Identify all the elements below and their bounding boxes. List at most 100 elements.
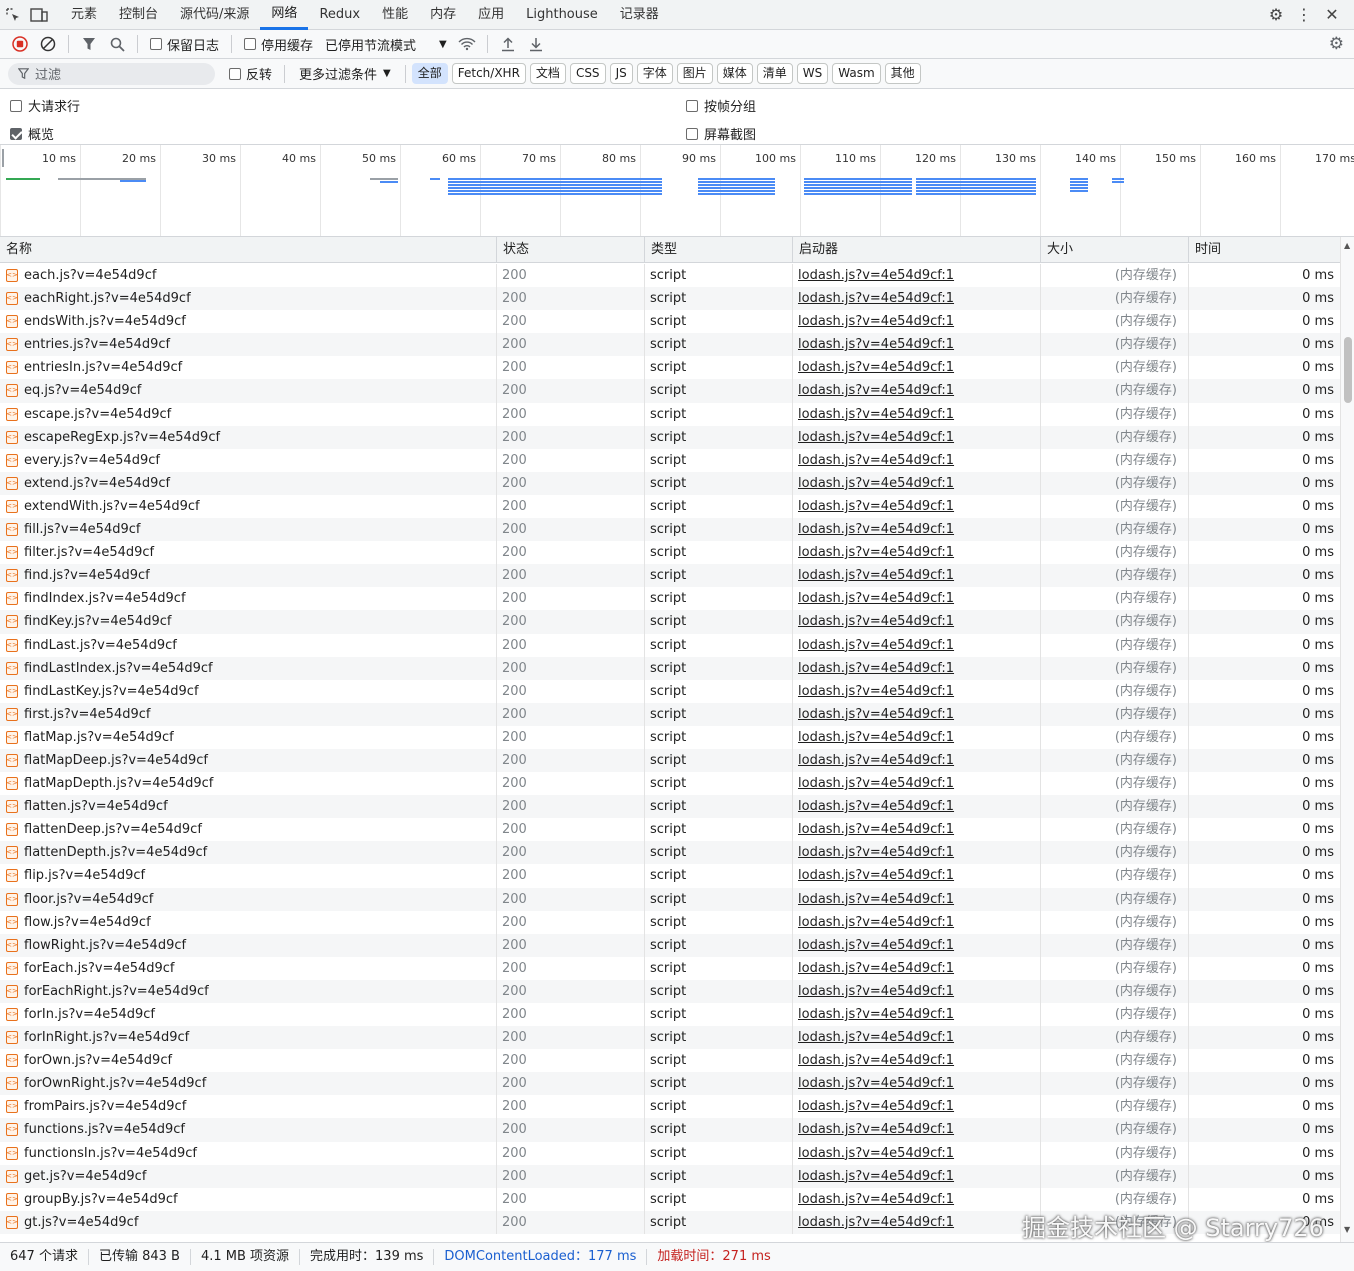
request-name-cell[interactable]: <> flow.js?v=4e54d9cf [6, 911, 494, 934]
type-filter-chip[interactable]: 字体 [636, 63, 673, 84]
request-row[interactable]: <> findLastIndex.js?v=4e54d9cf 200 scrip… [0, 656, 1340, 680]
type-filter-chip[interactable]: CSS [569, 63, 606, 84]
device-toolbar-icon[interactable] [26, 0, 52, 30]
request-name-cell[interactable]: <> each.js?v=4e54d9cf [6, 264, 494, 287]
initiator-link[interactable]: lodash.js?v=4e54d9cf:1 [798, 610, 1038, 633]
request-row[interactable]: <> entriesIn.js?v=4e54d9cf 200 script lo… [0, 356, 1340, 380]
record-stop-icon[interactable] [6, 31, 34, 57]
initiator-link[interactable]: lodash.js?v=4e54d9cf:1 [798, 333, 1038, 356]
request-name-cell[interactable]: <> every.js?v=4e54d9cf [6, 449, 494, 472]
request-row[interactable]: <> floor.js?v=4e54d9cf 200 script lodash… [0, 887, 1340, 911]
request-name-cell[interactable]: <> escapeRegExp.js?v=4e54d9cf [6, 426, 494, 449]
invert-checkbox[interactable]: 反转 [229, 64, 272, 83]
throttling-select[interactable]: 已停用节流模式 ▼ [325, 35, 447, 54]
request-row[interactable]: <> flatMapDepth.js?v=4e54d9cf 200 script… [0, 772, 1340, 796]
request-row[interactable]: <> get.js?v=4e54d9cf 200 script lodash.j… [0, 1164, 1340, 1188]
request-row[interactable]: <> findKey.js?v=4e54d9cf 200 script loda… [0, 610, 1340, 634]
initiator-link[interactable]: lodash.js?v=4e54d9cf:1 [798, 379, 1038, 402]
clear-icon[interactable] [34, 31, 62, 57]
request-row[interactable]: <> flowRight.js?v=4e54d9cf 200 script lo… [0, 933, 1340, 957]
request-name-cell[interactable]: <> find.js?v=4e54d9cf [6, 564, 494, 587]
request-name-cell[interactable]: <> gt.js?v=4e54d9cf [6, 1211, 494, 1234]
vertical-scrollbar[interactable]: ▲ ▼ [1340, 237, 1354, 1242]
request-name-cell[interactable]: <> extend.js?v=4e54d9cf [6, 472, 494, 495]
tab-4[interactable]: Redux [308, 0, 371, 30]
request-name-cell[interactable]: <> escape.js?v=4e54d9cf [6, 403, 494, 426]
request-name-cell[interactable]: <> forEachRight.js?v=4e54d9cf [6, 980, 494, 1003]
request-row[interactable]: <> escape.js?v=4e54d9cf 200 script lodas… [0, 402, 1340, 426]
request-name-cell[interactable]: <> endsWith.js?v=4e54d9cf [6, 310, 494, 333]
initiator-link[interactable]: lodash.js?v=4e54d9cf:1 [798, 680, 1038, 703]
initiator-link[interactable]: lodash.js?v=4e54d9cf:1 [798, 1003, 1038, 1026]
column-initiator[interactable]: 启动器 [792, 237, 1040, 263]
request-row[interactable]: <> find.js?v=4e54d9cf 200 script lodash.… [0, 564, 1340, 588]
initiator-link[interactable]: lodash.js?v=4e54d9cf:1 [798, 1118, 1038, 1141]
request-name-cell[interactable]: <> fromPairs.js?v=4e54d9cf [6, 1095, 494, 1118]
request-row[interactable]: <> extend.js?v=4e54d9cf 200 script lodas… [0, 471, 1340, 495]
initiator-link[interactable]: lodash.js?v=4e54d9cf:1 [798, 703, 1038, 726]
request-name-cell[interactable]: <> findLastKey.js?v=4e54d9cf [6, 680, 494, 703]
initiator-link[interactable]: lodash.js?v=4e54d9cf:1 [798, 841, 1038, 864]
overview-checkbox[interactable]: 概览 [10, 124, 54, 143]
network-settings-gear-icon[interactable]: ⚙ [1329, 34, 1354, 54]
request-row[interactable]: <> eachRight.js?v=4e54d9cf 200 script lo… [0, 287, 1340, 311]
tab-5[interactable]: 性能 [371, 0, 419, 30]
initiator-link[interactable]: lodash.js?v=4e54d9cf:1 [798, 1095, 1038, 1118]
initiator-link[interactable]: lodash.js?v=4e54d9cf:1 [798, 888, 1038, 911]
request-row[interactable]: <> fromPairs.js?v=4e54d9cf 200 script lo… [0, 1095, 1340, 1119]
request-name-cell[interactable]: <> findLastIndex.js?v=4e54d9cf [6, 657, 494, 680]
import-har-upload-icon[interactable] [494, 31, 522, 57]
request-name-cell[interactable]: <> floor.js?v=4e54d9cf [6, 888, 494, 911]
request-name-cell[interactable]: <> get.js?v=4e54d9cf [6, 1165, 494, 1188]
request-row[interactable]: <> flip.js?v=4e54d9cf 200 script lodash.… [0, 864, 1340, 888]
initiator-link[interactable]: lodash.js?v=4e54d9cf:1 [798, 1188, 1038, 1211]
request-row[interactable]: <> first.js?v=4e54d9cf 200 script lodash… [0, 702, 1340, 726]
initiator-link[interactable]: lodash.js?v=4e54d9cf:1 [798, 541, 1038, 564]
initiator-link[interactable]: lodash.js?v=4e54d9cf:1 [798, 657, 1038, 680]
tab-8[interactable]: Lighthouse [515, 0, 609, 30]
initiator-link[interactable]: lodash.js?v=4e54d9cf:1 [798, 587, 1038, 610]
column-status[interactable]: 状态 [496, 237, 644, 263]
request-name-cell[interactable]: <> flatMap.js?v=4e54d9cf [6, 726, 494, 749]
request-row[interactable]: <> forIn.js?v=4e54d9cf 200 script lodash… [0, 1003, 1340, 1027]
request-name-cell[interactable]: <> groupBy.js?v=4e54d9cf [6, 1188, 494, 1211]
initiator-link[interactable]: lodash.js?v=4e54d9cf:1 [798, 564, 1038, 587]
inspect-element-icon[interactable] [0, 0, 26, 30]
request-name-cell[interactable]: <> functions.js?v=4e54d9cf [6, 1118, 494, 1141]
type-filter-chip[interactable]: 文档 [529, 63, 566, 84]
export-har-download-icon[interactable] [522, 31, 550, 57]
type-filter-chip[interactable]: 清单 [756, 63, 793, 84]
initiator-link[interactable]: lodash.js?v=4e54d9cf:1 [798, 864, 1038, 887]
tab-0[interactable]: 元素 [60, 0, 108, 30]
column-time[interactable]: 时间 [1188, 237, 1340, 263]
initiator-link[interactable]: lodash.js?v=4e54d9cf:1 [798, 1211, 1038, 1234]
request-name-cell[interactable]: <> flattenDeep.js?v=4e54d9cf [6, 818, 494, 841]
tab-6[interactable]: 内存 [419, 0, 467, 30]
tab-9[interactable]: 记录器 [609, 0, 670, 30]
type-filter-chip[interactable]: WS [796, 63, 829, 84]
initiator-link[interactable]: lodash.js?v=4e54d9cf:1 [798, 495, 1038, 518]
initiator-link[interactable]: lodash.js?v=4e54d9cf:1 [798, 957, 1038, 980]
request-name-cell[interactable]: <> flip.js?v=4e54d9cf [6, 864, 494, 887]
request-row[interactable]: <> findLastKey.js?v=4e54d9cf 200 script … [0, 679, 1340, 703]
request-row[interactable]: <> forInRight.js?v=4e54d9cf 200 script l… [0, 1026, 1340, 1050]
request-row[interactable]: <> flatten.js?v=4e54d9cf 200 script loda… [0, 795, 1340, 819]
request-name-cell[interactable]: <> forOwnRight.js?v=4e54d9cf [6, 1072, 494, 1095]
request-name-cell[interactable]: <> flatMapDepth.js?v=4e54d9cf [6, 772, 494, 795]
request-row[interactable]: <> flatMapDeep.js?v=4e54d9cf 200 script … [0, 748, 1340, 773]
initiator-link[interactable]: lodash.js?v=4e54d9cf:1 [798, 1072, 1038, 1095]
request-row[interactable]: <> flattenDepth.js?v=4e54d9cf 200 script… [0, 841, 1340, 865]
network-conditions-wifi-icon[interactable] [453, 31, 481, 57]
initiator-link[interactable]: lodash.js?v=4e54d9cf:1 [798, 518, 1038, 541]
more-filters-dropdown[interactable]: 更多过滤条件 ▼ [299, 64, 391, 83]
request-row[interactable]: <> forEach.js?v=4e54d9cf 200 script loda… [0, 956, 1340, 980]
request-name-cell[interactable]: <> flattenDepth.js?v=4e54d9cf [6, 841, 494, 864]
request-name-cell[interactable]: <> flowRight.js?v=4e54d9cf [6, 934, 494, 957]
request-row[interactable]: <> forEachRight.js?v=4e54d9cf 200 script… [0, 979, 1340, 1003]
type-filter-chip[interactable]: 全部 [411, 63, 448, 84]
initiator-link[interactable]: lodash.js?v=4e54d9cf:1 [798, 1026, 1038, 1049]
timeline-overview[interactable]: 10 ms 20 ms 30 ms 40 ms 50 ms 60 ms 70 ms 80 ms… [0, 145, 1354, 237]
initiator-link[interactable]: lodash.js?v=4e54d9cf:1 [798, 980, 1038, 1003]
request-name-cell[interactable]: <> flatten.js?v=4e54d9cf [6, 795, 494, 818]
type-filter-chip[interactable]: 其他 [884, 63, 921, 84]
